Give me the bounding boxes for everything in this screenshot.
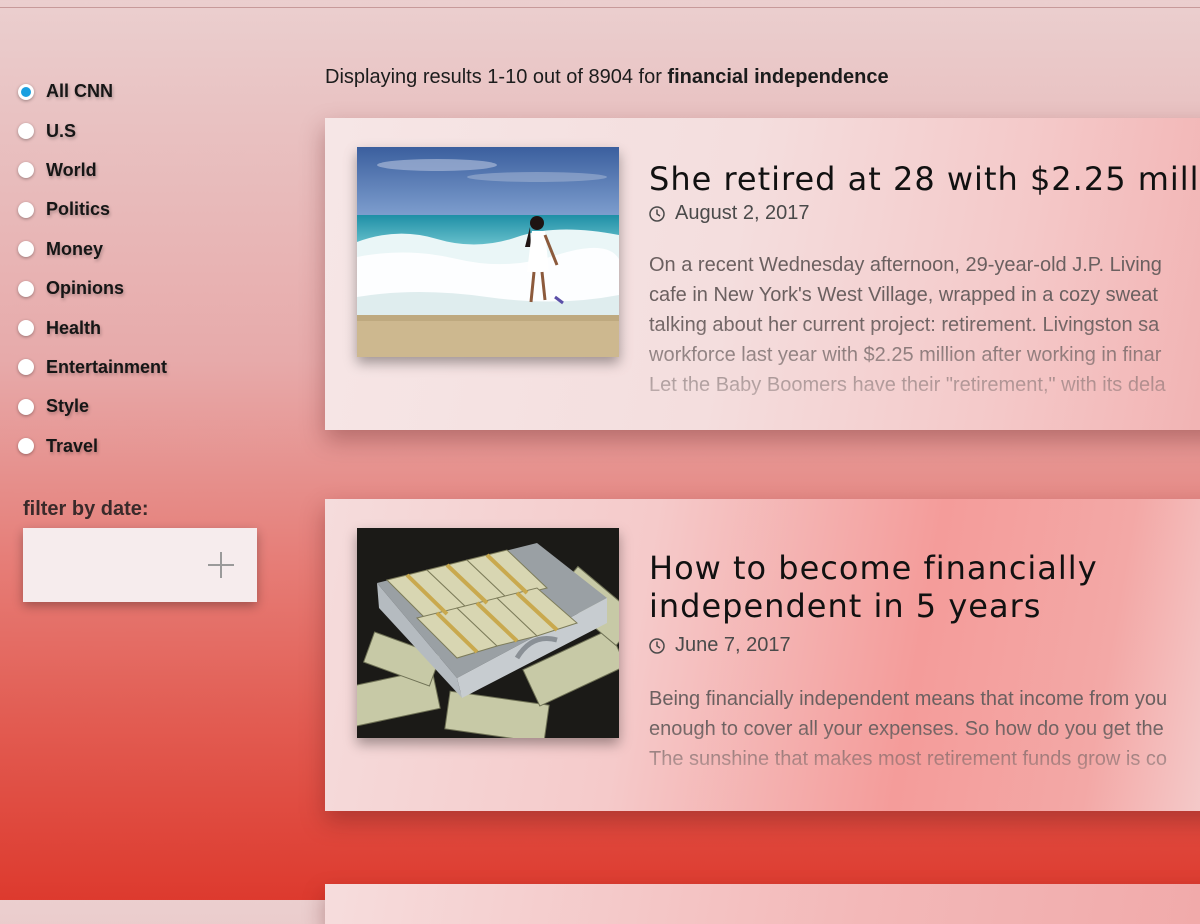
radio-label: Travel	[46, 435, 99, 456]
article-card[interactable]: She retired at 28 with $2.25 million Aug…	[325, 118, 1200, 430]
filter-by-date-label: filter by date:	[23, 498, 149, 520]
radio-all-cnn[interactable]: All CNN	[18, 72, 278, 111]
snippet-line: talking about her current project: retir…	[649, 314, 1160, 336]
radio-button[interactable]	[18, 162, 34, 179]
radio-world[interactable]: World	[18, 151, 278, 190]
article-title[interactable]: She retired at 28 with $2.25 million	[649, 160, 1200, 198]
radio-money[interactable]: Money	[18, 230, 278, 269]
snippet-line: cafe in New York's West Village, wrapped…	[649, 284, 1158, 306]
article-card-partial[interactable]	[325, 884, 1200, 924]
snippet-line: Being financially independent means that…	[649, 688, 1168, 710]
search-query: financial independence	[667, 66, 889, 88]
article-date-text: August 2, 2017	[675, 202, 810, 224]
radio-button[interactable]	[18, 123, 34, 140]
top-divider	[0, 7, 1200, 8]
article-title[interactable]: How to become financially independent in…	[649, 549, 1149, 625]
radio-label: U.S	[46, 120, 77, 141]
radio-label: Politics	[46, 199, 111, 220]
snippet-line: Let the Baby Boomers have their "retirem…	[649, 374, 1166, 396]
radio-health[interactable]: Health	[18, 308, 278, 347]
article-card[interactable]: How to become financially independent in…	[325, 499, 1200, 811]
snippet-line: workforce last year with $2.25 million a…	[649, 344, 1162, 366]
radio-label: All CNN	[46, 81, 113, 102]
radio-button-selected[interactable]	[18, 83, 34, 100]
radio-label: Entertainment	[46, 356, 168, 377]
snippet-line: The sunshine that makes most retirement …	[649, 748, 1168, 770]
article-date: August 2, 2017	[649, 202, 810, 225]
article-snippet: Being financially independent means that…	[649, 684, 1200, 774]
clock-icon	[649, 637, 665, 654]
radio-us[interactable]: U.S	[18, 111, 278, 150]
snippet-line: On a recent Wednesday afternoon, 29-year…	[649, 254, 1162, 276]
radio-button[interactable]	[18, 320, 34, 337]
radio-label: Opinions	[46, 278, 124, 299]
article-date-text: June 7, 2017	[675, 634, 791, 656]
article-thumbnail-cash[interactable]	[357, 528, 619, 738]
results-count-text: Displaying results 1-10 out of 8904 for	[325, 66, 662, 88]
snippet-line: enough to cover all your expenses. So ho…	[649, 718, 1164, 740]
article-date: June 7, 2017	[649, 634, 791, 657]
radio-button[interactable]	[18, 438, 34, 455]
radio-travel[interactable]: Travel	[18, 427, 278, 466]
radio-label: Money	[46, 238, 104, 259]
radio-button[interactable]	[18, 398, 34, 415]
radio-label: World	[46, 159, 97, 180]
radio-button[interactable]	[18, 280, 34, 297]
date-filter-box[interactable]	[23, 528, 257, 602]
radio-button[interactable]	[18, 241, 34, 258]
article-thumbnail-beach[interactable]	[357, 147, 619, 357]
plus-icon[interactable]	[208, 552, 234, 578]
results-summary: Displaying results 1-10 out of 8904 for …	[325, 66, 889, 89]
clock-icon	[649, 205, 665, 222]
radio-label: Style	[46, 396, 90, 417]
radio-label: Health	[46, 317, 102, 338]
section-filter-list: All CNN U.S World Politics Money Opinion…	[18, 72, 278, 466]
radio-opinions[interactable]: Opinions	[18, 269, 278, 308]
radio-button[interactable]	[18, 359, 34, 376]
radio-style[interactable]: Style	[18, 387, 278, 426]
radio-entertainment[interactable]: Entertainment	[18, 348, 278, 387]
radio-button[interactable]	[18, 201, 34, 218]
radio-politics[interactable]: Politics	[18, 190, 278, 229]
article-snippet: On a recent Wednesday afternoon, 29-year…	[649, 250, 1200, 400]
